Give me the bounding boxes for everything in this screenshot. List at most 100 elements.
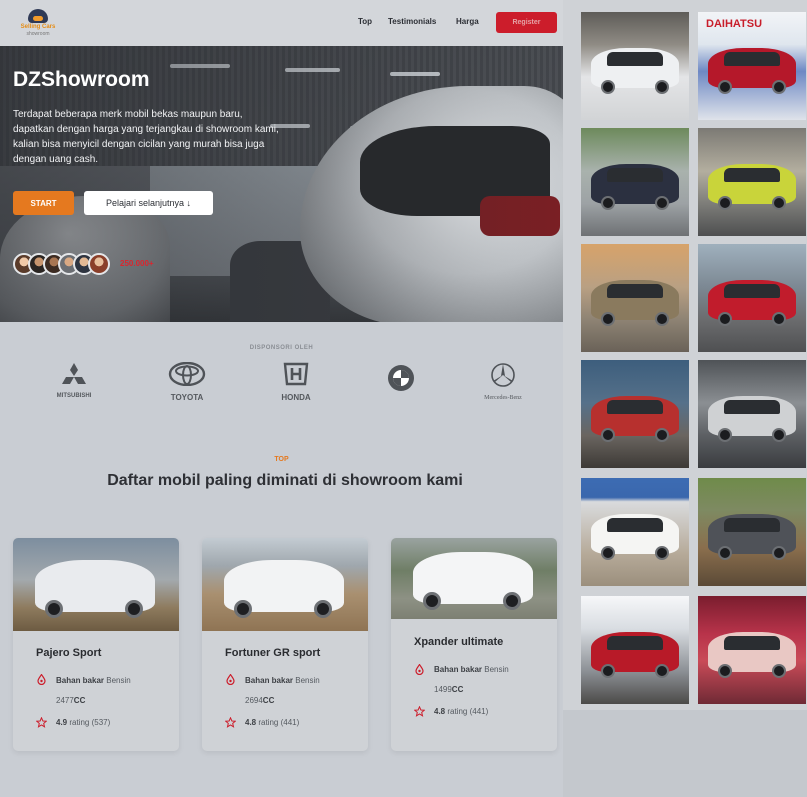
gallery-tile[interactable] (581, 478, 689, 586)
fuel-info: Bahan bakar Bensin (245, 676, 320, 685)
engine-cc: 2477CC (56, 696, 85, 705)
navbar: Selling Cars showroom Top Testimonials H… (0, 0, 563, 46)
fuel-value: Bensin (484, 665, 509, 674)
tile-car-glass (607, 284, 663, 298)
gallery-tile[interactable] (581, 596, 689, 704)
cc-unit: CC (451, 685, 464, 694)
gallery-tile[interactable] (581, 12, 689, 120)
tile-wheel (718, 664, 732, 678)
car-rating: 4.8 rating (441) (434, 707, 488, 716)
tile-wheel (718, 546, 732, 560)
brand-name: TOYOTA (170, 393, 204, 402)
sponsor-label: DISPONSORI OLEH (249, 345, 314, 351)
rating-count: rating (441) (258, 718, 300, 727)
brand-name: Mercedes-Benz (484, 395, 522, 401)
gallery-tile[interactable] (698, 596, 806, 704)
tile-wheel (718, 196, 732, 210)
star-icon (225, 717, 236, 728)
tile-wheel (772, 428, 786, 442)
fuel-drop-icon (37, 674, 46, 685)
logo-text: Selling Cars (20, 24, 56, 30)
gallery-tile[interactable] (581, 244, 689, 352)
car-wheel (234, 600, 252, 618)
engine-cc: 1499CC (434, 685, 463, 694)
gallery-tile[interactable] (698, 128, 806, 236)
car-card-fortuner[interactable]: Fortuner GR sport Bahan bakar Bensin 269… (202, 538, 368, 751)
rating-count: rating (441) (447, 707, 489, 716)
fuel-drop-icon (226, 674, 235, 685)
brand-mercedes: Mercedes-Benz (481, 362, 525, 401)
tile-car-glass (724, 400, 780, 414)
mitsubishi-logo-icon (62, 363, 86, 384)
car-wheel (125, 600, 143, 618)
tile-wheel (655, 664, 669, 678)
brand-bmw (386, 362, 416, 397)
car-rating: 4.8 rating (441) (245, 718, 299, 727)
gallery-tile[interactable] (698, 478, 806, 586)
cc-unit: CC (73, 696, 86, 705)
fuel-label: Bahan bakar (245, 676, 294, 685)
learn-more-button[interactable]: Pelajari selanjutnya ↓ (84, 191, 213, 215)
tile-wheel (718, 80, 732, 94)
section-tag: TOP (274, 456, 289, 463)
brand-name: MITSUBISHI (56, 393, 92, 399)
tile-wheel (772, 546, 786, 560)
start-button[interactable]: START (13, 191, 74, 215)
hero-description: Terdapat beberapa merk mobil bekas maupu… (13, 109, 279, 165)
tile-wheel (772, 664, 786, 678)
hero-section: DZShowroom Terdapat beberapa merk mobil … (0, 46, 563, 322)
car-image (391, 538, 557, 619)
car-wheel (503, 592, 521, 610)
car-card-xpander[interactable]: Xpander ultimate Bahan bakar Bensin 1499… (391, 538, 557, 751)
brand-name: HONDA (281, 393, 311, 402)
tile-car-glass (724, 518, 780, 532)
fuel-value: Bensin (295, 676, 320, 685)
hero-title: DZShowroom (13, 68, 150, 91)
daihatsu-banner: DAIHATSU (706, 18, 763, 30)
tile-wheel (655, 428, 669, 442)
rating-score: 4.8 (434, 707, 446, 716)
tile-wheel (655, 546, 669, 560)
car-image (202, 538, 368, 631)
nav-link-harga[interactable]: Harga (456, 17, 479, 26)
gallery-tile[interactable] (698, 244, 806, 352)
fuel-drop-icon (415, 664, 424, 675)
tile-wheel (718, 312, 732, 326)
tile-car-glass (607, 52, 663, 66)
nav-link-testimonials[interactable]: Testimonials (388, 17, 436, 26)
logo-subtext: showroom (26, 31, 50, 37)
car-card-pajero[interactable]: Pajero Sport Bahan bakar Bensin 2477CC 4… (13, 538, 179, 751)
rating-score: 4.8 (245, 718, 257, 727)
toyota-logo-icon (168, 361, 206, 387)
car-wheel (423, 592, 441, 610)
tile-wheel (772, 80, 786, 94)
car-wheel (45, 600, 63, 618)
tile-wheel (601, 664, 615, 678)
tile-wheel (601, 80, 615, 94)
tile-wheel (601, 546, 615, 560)
tile-wheel (601, 428, 615, 442)
tile-car-glass (607, 518, 663, 532)
register-button[interactable]: Register (496, 12, 557, 33)
site-logo[interactable]: Selling Cars showroom (18, 7, 58, 37)
tile-wheel (718, 428, 732, 442)
tile-car-glass (724, 52, 780, 66)
engine-cc: 2694CC (245, 696, 274, 705)
gallery-tile[interactable] (581, 128, 689, 236)
gallery-tile[interactable]: DAIHATSU (698, 12, 806, 120)
honda-logo-icon (283, 362, 309, 386)
logo-icon (28, 9, 48, 23)
brand-toyota: TOYOTA (166, 361, 208, 402)
bmw-logo-icon (388, 365, 414, 391)
nav-link-top[interactable]: Top (358, 17, 372, 26)
car-name: Xpander ultimate (414, 636, 504, 648)
mercedes-logo-icon (491, 363, 515, 387)
brand-mitsubishi: MITSUBISHI (56, 362, 92, 399)
tile-wheel (601, 312, 615, 326)
fuel-info: Bahan bakar Bensin (56, 676, 131, 685)
rating-score: 4.9 (56, 718, 68, 727)
tile-wheel (655, 80, 669, 94)
gallery-tile[interactable] (698, 360, 806, 468)
gallery-tile[interactable] (581, 360, 689, 468)
fuel-value: Bensin (106, 676, 131, 685)
